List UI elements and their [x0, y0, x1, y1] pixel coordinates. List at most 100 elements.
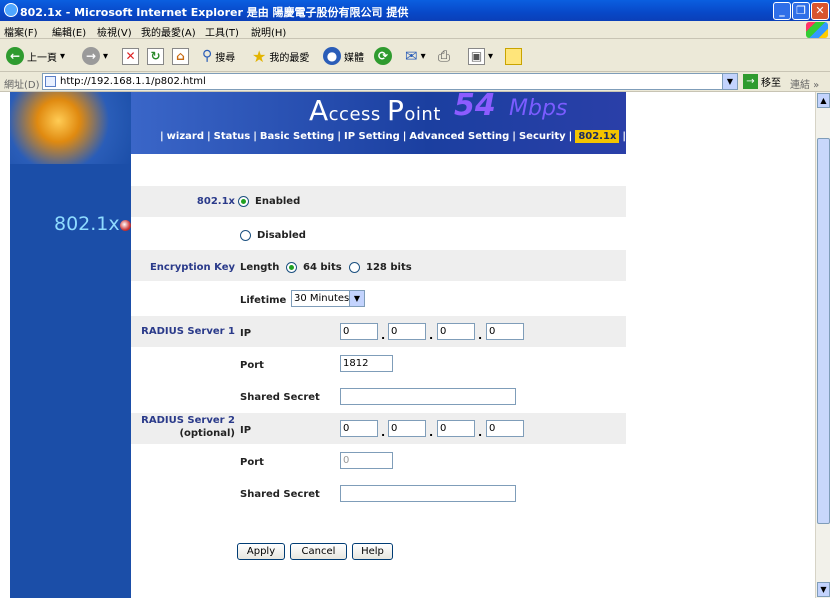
- print-button[interactable]: ⎙: [438, 46, 450, 66]
- cancel-button[interactable]: Cancel: [290, 543, 347, 560]
- menu-favorites[interactable]: 我的最愛(A): [141, 24, 196, 39]
- row-encryption-key: Encryption Key Length 64 bits 128 bits: [131, 250, 626, 281]
- media-label: 媒體: [344, 52, 364, 64]
- stop-button[interactable]: ✕: [122, 46, 139, 66]
- forward-button[interactable]: → ▾: [82, 46, 108, 66]
- menu-tools[interactable]: 工具(T): [205, 24, 239, 39]
- search-button[interactable]: ⚲ 搜尋: [202, 46, 235, 66]
- home-button[interactable]: ⌂: [172, 46, 189, 66]
- menu-help[interactable]: 說明(H): [251, 24, 286, 39]
- lifetime-select[interactable]: 30 Minutes ▼: [291, 290, 365, 307]
- radius1-ip-octet-3[interactable]: 0: [437, 323, 475, 340]
- label-radius1-ip: IP: [240, 328, 252, 339]
- address-input[interactable]: http://192.168.1.1/p802.html ▼: [42, 73, 738, 90]
- radius2-ip-octet-3[interactable]: 0: [437, 420, 475, 437]
- favorites-label: 我的最愛: [269, 52, 310, 64]
- nav-8021x[interactable]: 802.1x: [575, 130, 620, 143]
- radius2-secret-input[interactable]: [340, 485, 516, 502]
- row-radius2-ip: RADIUS Server 2 (optional) IP 0 . 0 . 0 …: [131, 413, 626, 444]
- radio-enabled[interactable]: [238, 196, 249, 207]
- edit-button[interactable]: ▣ ▾: [468, 46, 493, 66]
- radio-128bits[interactable]: [349, 262, 360, 273]
- stop-icon: ✕: [122, 47, 139, 65]
- scroll-up-icon[interactable]: ▲: [817, 93, 830, 108]
- media-icon: ●: [323, 47, 341, 65]
- nav-tools[interactable]: Tools: [629, 131, 658, 142]
- radius1-ip-octet-2[interactable]: 0: [388, 323, 426, 340]
- nav-security[interactable]: Security: [519, 131, 566, 142]
- close-button[interactable]: ✕: [811, 2, 829, 20]
- back-arrow-icon: ←: [6, 47, 24, 65]
- radius2-ip-octet-2[interactable]: 0: [388, 420, 426, 437]
- radius1-ip-octet-1[interactable]: 0: [340, 323, 378, 340]
- links-label[interactable]: 連結 »: [790, 76, 819, 91]
- banner-speed: 54: [454, 92, 496, 123]
- go-label: 移至: [761, 78, 781, 89]
- section-title: 802.1x: [54, 213, 120, 235]
- back-button[interactable]: ← 上一頁 ▾: [6, 46, 65, 66]
- scroll-down-icon[interactable]: ▼: [817, 582, 830, 597]
- address-url: http://192.168.1.1/p802.html: [60, 76, 206, 87]
- address-label: 網址(D): [4, 80, 40, 91]
- ip-dot: .: [381, 426, 386, 439]
- label-radius2-secret: Shared Secret: [240, 489, 320, 500]
- chevron-down-icon: ▾: [420, 50, 426, 62]
- ip-dot: .: [478, 426, 483, 439]
- mail-button[interactable]: ✉ ▾: [405, 46, 426, 66]
- row-radius2-port: Port 0: [131, 446, 626, 477]
- menu-view[interactable]: 檢視(V): [97, 24, 132, 39]
- printer-icon: ⎙: [438, 47, 451, 65]
- note-icon: [505, 47, 522, 65]
- nav-advanced-setting[interactable]: Advanced Setting: [409, 131, 509, 142]
- home-icon: ⌂: [172, 47, 189, 65]
- label-radius2-port: Port: [240, 457, 264, 468]
- row-radius1-ip: RADIUS Server 1 IP 0 . 0 . 0 . 0: [131, 316, 626, 347]
- page-content: 802.1x Access Point 54 Mbps | wizard | Sta…: [0, 92, 815, 598]
- scroll-thumb[interactable]: [817, 138, 830, 524]
- radius2-port-input[interactable]: 0: [340, 452, 393, 469]
- ip-dot: .: [478, 329, 483, 342]
- mail-icon: ✉: [405, 47, 418, 65]
- banner-title: Access Point: [309, 94, 441, 127]
- radius1-ip-octet-4[interactable]: 0: [486, 323, 524, 340]
- label-radius1-secret: Shared Secret: [240, 392, 320, 403]
- nav-ip-setting[interactable]: IP Setting: [344, 131, 400, 142]
- menu-edit[interactable]: 編輯(E): [52, 24, 86, 39]
- radius1-secret-input[interactable]: [340, 388, 516, 405]
- nav-status[interactable]: Status: [214, 131, 251, 142]
- radio-64bits[interactable]: [286, 262, 297, 273]
- label-128bits: 128 bits: [366, 262, 412, 273]
- help-button[interactable]: Help: [352, 543, 393, 560]
- minimize-button[interactable]: _: [773, 2, 791, 20]
- address-dropdown-icon[interactable]: ▼: [722, 74, 737, 89]
- ip-dot: .: [429, 426, 434, 439]
- history-button[interactable]: ⟳: [374, 46, 392, 66]
- label-radius1: RADIUS Server 1: [141, 326, 235, 337]
- label-enabled: Enabled: [255, 196, 301, 207]
- label-radius2: RADIUS Server 2: [141, 415, 235, 426]
- menu-bar: 檔案(F) 編輯(E) 檢視(V) 我的最愛(A) 工具(T) 說明(H): [0, 21, 830, 39]
- radius1-port-input[interactable]: 1812: [340, 355, 393, 372]
- refresh-icon: ↻: [147, 47, 164, 65]
- banner-mbps: Mbps: [509, 96, 568, 121]
- radius2-ip-octet-1[interactable]: 0: [340, 420, 378, 437]
- maximize-button[interactable]: ❐: [792, 2, 810, 20]
- refresh-button[interactable]: ↻: [147, 46, 164, 66]
- favorites-button[interactable]: ★ 我的最愛: [252, 46, 309, 66]
- apply-button[interactable]: Apply: [237, 543, 285, 560]
- label-64bits: 64 bits: [303, 262, 342, 273]
- go-button[interactable]: → 移至: [743, 74, 781, 89]
- media-button[interactable]: ● 媒體: [323, 46, 364, 66]
- nav-wizard[interactable]: wizard: [167, 131, 204, 142]
- menu-file[interactable]: 檔案(F): [4, 24, 38, 39]
- label-disabled: Disabled: [257, 230, 306, 241]
- toolbar: ← 上一頁 ▾ → ▾ ✕ ↻ ⌂ ⚲ 搜尋 ★ 我的最愛 ● 媒體 ⟳ ✉ ▾…: [0, 40, 830, 72]
- ip-dot: .: [381, 329, 386, 342]
- discuss-button[interactable]: [505, 46, 522, 66]
- nav-basic-setting[interactable]: Basic Setting: [260, 131, 334, 142]
- label-lifetime: Lifetime: [240, 295, 287, 306]
- radius2-ip-octet-4[interactable]: 0: [486, 420, 524, 437]
- vertical-scrollbar[interactable]: ▲ ▼: [815, 92, 830, 598]
- radio-disabled[interactable]: [240, 230, 251, 241]
- go-arrow-icon: →: [743, 74, 758, 89]
